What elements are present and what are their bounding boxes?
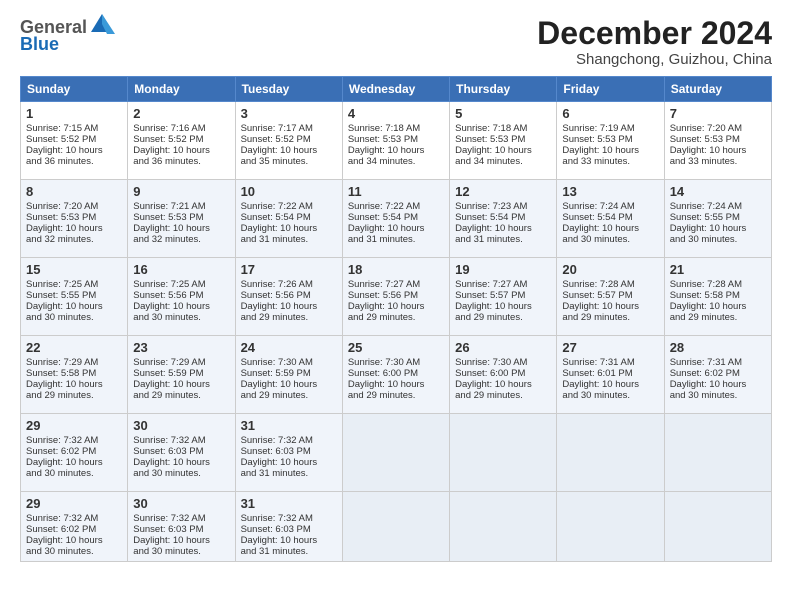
table-row: [664, 414, 771, 492]
calendar-table: Sunday Monday Tuesday Wednesday Thursday…: [20, 76, 772, 562]
logo-icon: [89, 12, 115, 38]
table-row: 5Sunrise: 7:18 AMSunset: 5:53 PMDaylight…: [450, 102, 557, 180]
table-row: 30Sunrise: 7:32 AMSunset: 6:03 PMDayligh…: [128, 492, 235, 562]
table-row: 18Sunrise: 7:27 AMSunset: 5:56 PMDayligh…: [342, 258, 449, 336]
col-tuesday: Tuesday: [235, 77, 342, 102]
calendar-week-4: 22Sunrise: 7:29 AMSunset: 5:58 PMDayligh…: [21, 336, 772, 414]
table-row: 11Sunrise: 7:22 AMSunset: 5:54 PMDayligh…: [342, 180, 449, 258]
table-row: [342, 492, 449, 562]
page: General Blue December 2024 Shangchong, G…: [0, 0, 792, 612]
table-row: 2Sunrise: 7:16 AMSunset: 5:52 PMDaylight…: [128, 102, 235, 180]
logo: General Blue: [20, 16, 115, 55]
table-row: 26Sunrise: 7:30 AMSunset: 6:00 PMDayligh…: [450, 336, 557, 414]
table-row: 28Sunrise: 7:31 AMSunset: 6:02 PMDayligh…: [664, 336, 771, 414]
table-row: 4Sunrise: 7:18 AMSunset: 5:53 PMDaylight…: [342, 102, 449, 180]
col-saturday: Saturday: [664, 77, 771, 102]
table-row: 15Sunrise: 7:25 AMSunset: 5:55 PMDayligh…: [21, 258, 128, 336]
table-row: 19Sunrise: 7:27 AMSunset: 5:57 PMDayligh…: [450, 258, 557, 336]
table-row: [450, 414, 557, 492]
col-friday: Friday: [557, 77, 664, 102]
table-row: 27Sunrise: 7:31 AMSunset: 6:01 PMDayligh…: [557, 336, 664, 414]
table-row: [450, 492, 557, 562]
table-row: 6Sunrise: 7:19 AMSunset: 5:53 PMDaylight…: [557, 102, 664, 180]
table-row: 1Sunrise: 7:15 AMSunset: 5:52 PMDaylight…: [21, 102, 128, 180]
col-monday: Monday: [128, 77, 235, 102]
table-row: [557, 414, 664, 492]
calendar-week-1: 1Sunrise: 7:15 AMSunset: 5:52 PMDaylight…: [21, 102, 772, 180]
table-row: 8Sunrise: 7:20 AMSunset: 5:53 PMDaylight…: [21, 180, 128, 258]
calendar-week-6: 29Sunrise: 7:32 AMSunset: 6:02 PMDayligh…: [21, 492, 772, 562]
table-row: 13Sunrise: 7:24 AMSunset: 5:54 PMDayligh…: [557, 180, 664, 258]
table-row: 17Sunrise: 7:26 AMSunset: 5:56 PMDayligh…: [235, 258, 342, 336]
table-row: 21Sunrise: 7:28 AMSunset: 5:58 PMDayligh…: [664, 258, 771, 336]
table-row: 9Sunrise: 7:21 AMSunset: 5:53 PMDaylight…: [128, 180, 235, 258]
table-row: 10Sunrise: 7:22 AMSunset: 5:54 PMDayligh…: [235, 180, 342, 258]
table-row: 14Sunrise: 7:24 AMSunset: 5:55 PMDayligh…: [664, 180, 771, 258]
title-block: December 2024 Shangchong, Guizhou, China: [537, 16, 772, 68]
header-row: Sunday Monday Tuesday Wednesday Thursday…: [21, 77, 772, 102]
table-row: 16Sunrise: 7:25 AMSunset: 5:56 PMDayligh…: [128, 258, 235, 336]
table-row: 30Sunrise: 7:32 AMSunset: 6:03 PMDayligh…: [128, 414, 235, 492]
table-row: [664, 492, 771, 562]
table-row: [342, 414, 449, 492]
table-row: 12Sunrise: 7:23 AMSunset: 5:54 PMDayligh…: [450, 180, 557, 258]
table-row: [557, 492, 664, 562]
col-wednesday: Wednesday: [342, 77, 449, 102]
calendar-week-3: 15Sunrise: 7:25 AMSunset: 5:55 PMDayligh…: [21, 258, 772, 336]
table-row: 20Sunrise: 7:28 AMSunset: 5:57 PMDayligh…: [557, 258, 664, 336]
col-sunday: Sunday: [21, 77, 128, 102]
table-row: 23Sunrise: 7:29 AMSunset: 5:59 PMDayligh…: [128, 336, 235, 414]
table-row: 31Sunrise: 7:32 AMSunset: 6:03 PMDayligh…: [235, 414, 342, 492]
col-thursday: Thursday: [450, 77, 557, 102]
header: General Blue December 2024 Shangchong, G…: [20, 16, 772, 68]
calendar-subtitle: Shangchong, Guizhou, China: [537, 51, 772, 68]
table-row: 3Sunrise: 7:17 AMSunset: 5:52 PMDaylight…: [235, 102, 342, 180]
table-row: 29Sunrise: 7:32 AMSunset: 6:02 PMDayligh…: [21, 492, 128, 562]
calendar-week-5: 29Sunrise: 7:32 AMSunset: 6:02 PMDayligh…: [21, 414, 772, 492]
table-row: 25Sunrise: 7:30 AMSunset: 6:00 PMDayligh…: [342, 336, 449, 414]
table-row: 31Sunrise: 7:32 AMSunset: 6:03 PMDayligh…: [235, 492, 342, 562]
table-row: 7Sunrise: 7:20 AMSunset: 5:53 PMDaylight…: [664, 102, 771, 180]
calendar-title: December 2024: [537, 16, 772, 51]
table-row: 24Sunrise: 7:30 AMSunset: 5:59 PMDayligh…: [235, 336, 342, 414]
table-row: 22Sunrise: 7:29 AMSunset: 5:58 PMDayligh…: [21, 336, 128, 414]
table-row: 29Sunrise: 7:32 AMSunset: 6:02 PMDayligh…: [21, 414, 128, 492]
calendar-week-2: 8Sunrise: 7:20 AMSunset: 5:53 PMDaylight…: [21, 180, 772, 258]
